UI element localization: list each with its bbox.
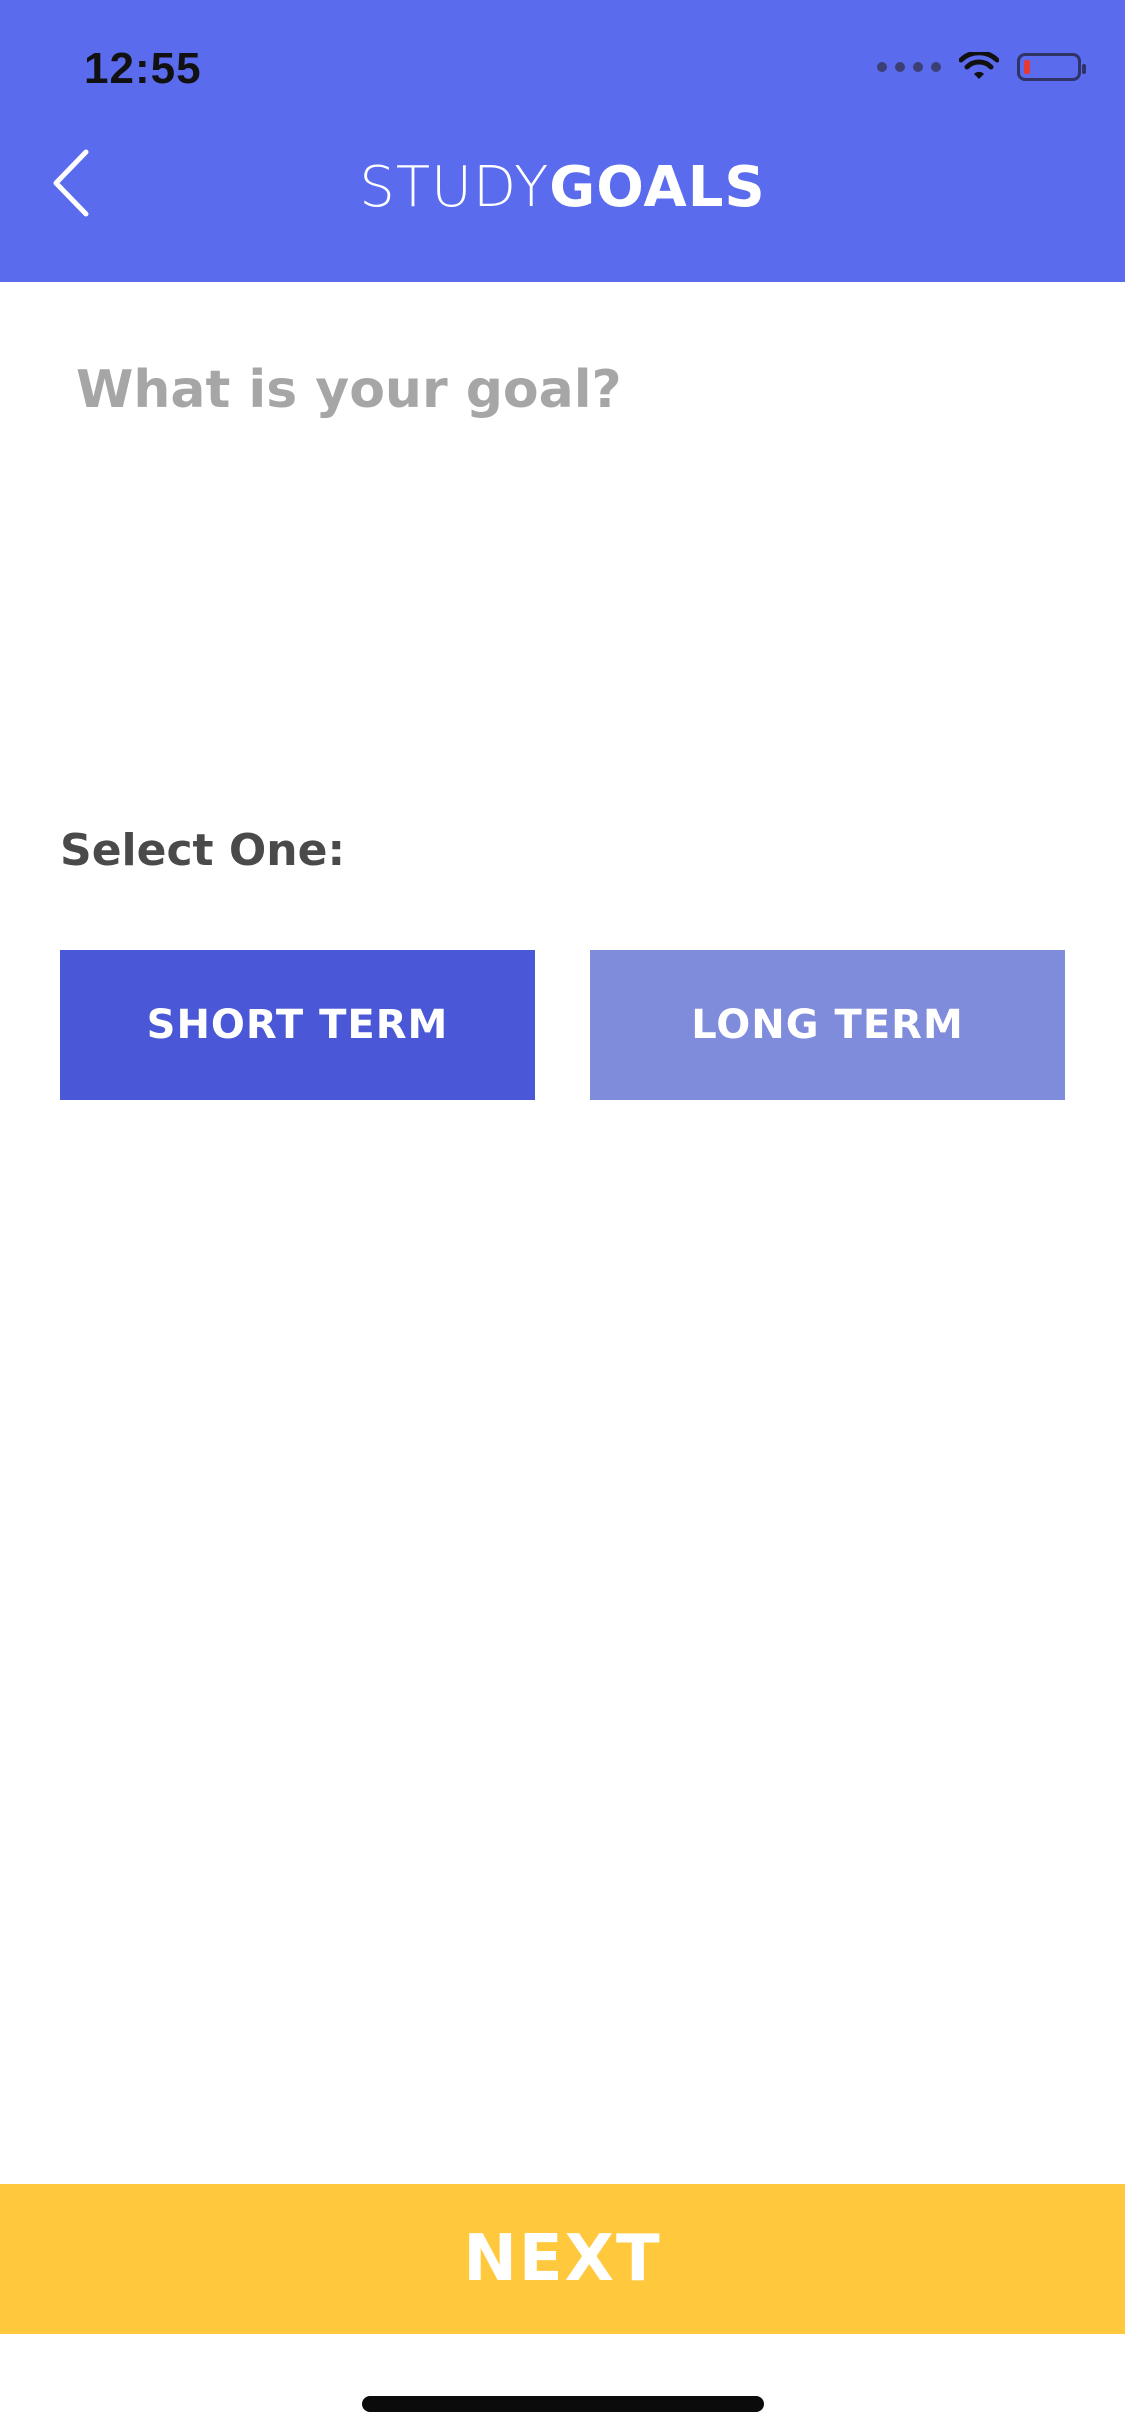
header: 12:55 STUDYGOALS: [0, 0, 1125, 282]
goal-input[interactable]: [76, 340, 1056, 440]
page-title: STUDYGOALS: [0, 150, 1125, 226]
wifi-icon: [959, 52, 999, 82]
study-goals-screen: 12:55 STUDYGOALS What is your goal? Sele…: [0, 0, 1125, 2436]
select-one-label: Select One:: [60, 825, 346, 876]
next-button[interactable]: NEXT: [0, 2184, 1125, 2334]
long-term-button[interactable]: LONG TERM: [590, 950, 1065, 1100]
cellular-signal-icon: [877, 62, 941, 72]
home-indicator[interactable]: [362, 2396, 764, 2412]
page-title-bold: GOALS: [549, 155, 766, 220]
short-term-button[interactable]: SHORT TERM: [60, 950, 535, 1100]
battery-level: [1024, 60, 1030, 74]
page-title-light: STUDY: [359, 155, 550, 220]
battery-icon: [1017, 53, 1086, 81]
status-time: 12:55: [84, 44, 202, 93]
status-indicators: [877, 52, 1086, 82]
